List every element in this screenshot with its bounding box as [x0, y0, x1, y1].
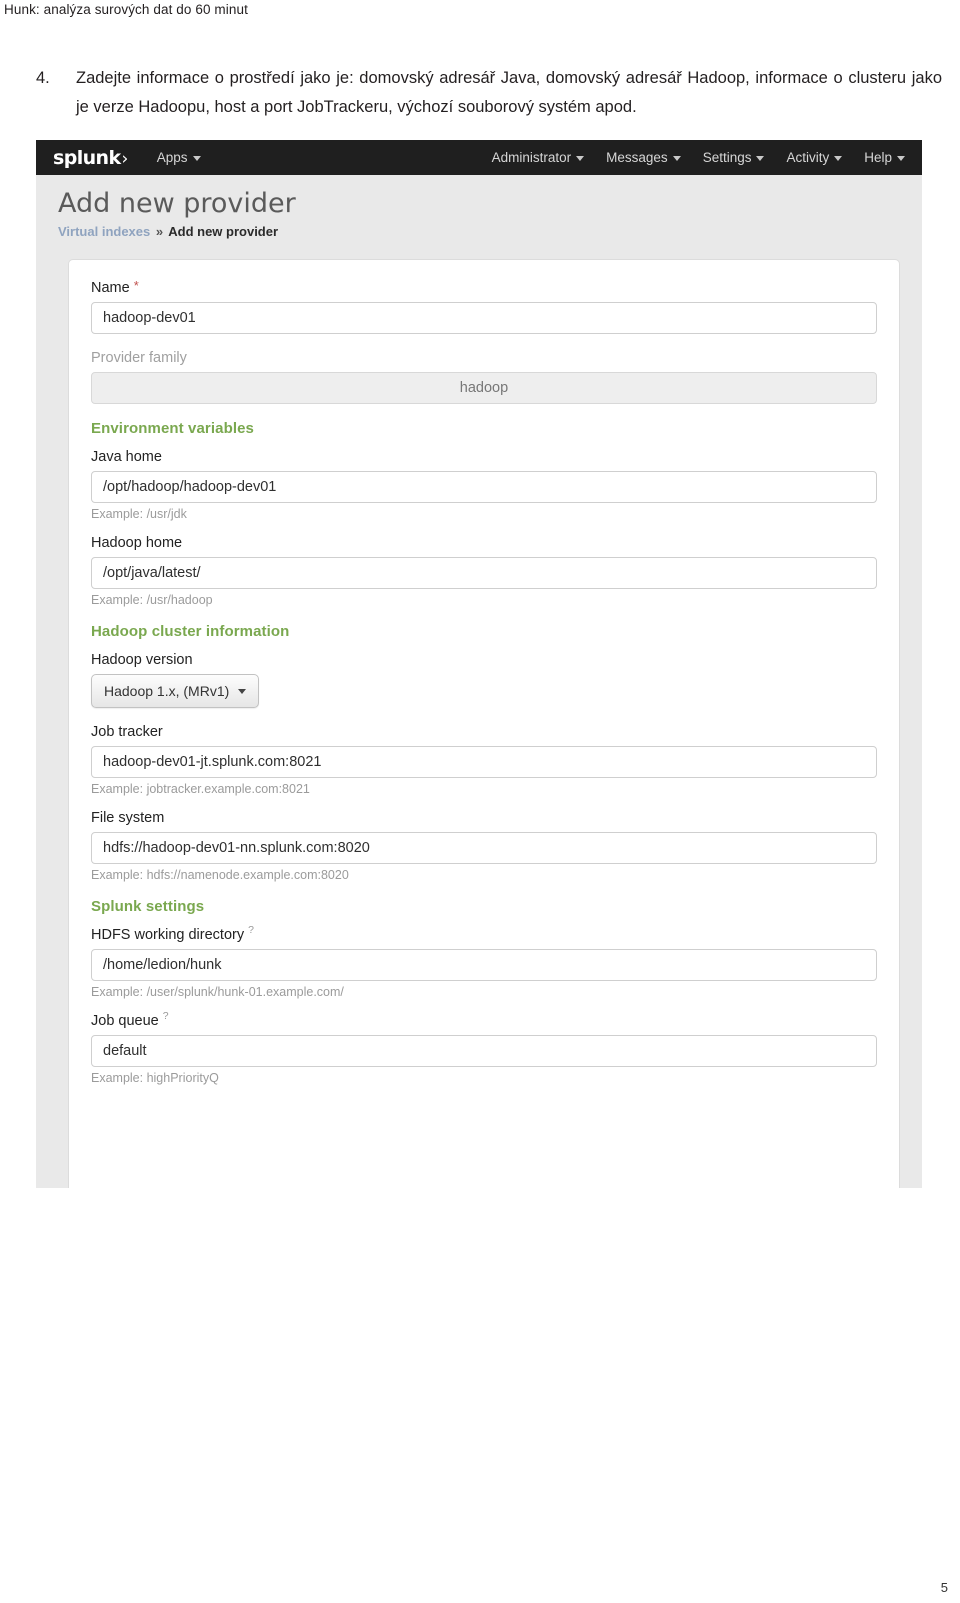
help-question-icon[interactable]: ?: [248, 924, 254, 936]
job-tracker-input[interactable]: hadoop-dev01-jt.splunk.com:8021: [91, 746, 877, 778]
field-hadoop-home: Hadoop home /opt/java/latest/ Example: /…: [91, 535, 877, 607]
field-hdfs-working-directory-label-text: HDFS working directory: [91, 927, 245, 943]
nav-item-apps-label: Apps: [156, 150, 188, 165]
job-queue-input[interactable]: default: [91, 1035, 877, 1067]
field-hadoop-version-label: Hadoop version: [91, 652, 877, 668]
field-hadoop-home-label-text: Hadoop home: [91, 535, 183, 551]
list-item-number: 4.: [36, 69, 50, 87]
hadoop-version-dropdown[interactable]: Hadoop 1.x, (MRv1): [91, 674, 260, 708]
field-job-tracker-label-text: Job tracker: [91, 724, 163, 740]
field-name: Name * hadoop-dev01: [91, 278, 877, 334]
section-header-splunk-settings: Splunk settings: [91, 898, 205, 915]
nav-item-settings[interactable]: Settings: [692, 140, 776, 175]
hadoop-version-selected-value: Hadoop 1.x, (MRv1): [104, 683, 230, 699]
field-file-system-label: File system: [91, 810, 877, 826]
chevron-down-icon: [672, 156, 681, 161]
splunk-navbar: splunk › Apps Administrator Messages Set…: [36, 140, 922, 175]
nav-item-apps[interactable]: Apps: [146, 140, 212, 175]
nav-item-messages-label: Messages: [606, 150, 668, 165]
name-input[interactable]: hadoop-dev01: [91, 302, 877, 334]
page-header: Add new provider Virtual indexes » Add n…: [36, 175, 922, 249]
file-system-hint: Example: hdfs://namenode.example.com:802…: [91, 868, 349, 882]
provider-family-input: hadoop: [91, 372, 877, 404]
document-running-head: Hunk: analýza surových dat do 60 minut: [4, 2, 248, 17]
breadcrumb-link-virtual-indexes[interactable]: Virtual indexes: [58, 224, 150, 239]
field-job-tracker: Job tracker hadoop-dev01-jt.splunk.com:8…: [91, 724, 877, 796]
chevron-down-icon: [576, 156, 585, 161]
chevron-down-icon: [756, 156, 765, 161]
field-name-label: Name *: [91, 278, 877, 296]
job-queue-hint: Example: highPriorityQ: [91, 1071, 219, 1085]
java-home-hint: Example: /usr/jdk: [91, 507, 187, 521]
nav-item-administrator[interactable]: Administrator: [481, 140, 596, 175]
hadoop-home-hint: Example: /usr/hadoop: [91, 593, 213, 607]
field-job-queue-label: Job queue ?: [91, 1010, 877, 1029]
nav-item-activity[interactable]: Activity: [775, 140, 853, 175]
field-hadoop-version: Hadoop version Hadoop 1.x, (MRv1): [91, 652, 877, 708]
nav-item-help-label: Help: [864, 150, 892, 165]
splunk-logo-text: splunk: [53, 146, 121, 169]
navbar-left-group: Apps: [146, 140, 212, 175]
chevron-down-icon: [192, 156, 201, 161]
job-tracker-hint: Example: jobtracker.example.com:8021: [91, 782, 310, 796]
field-file-system: File system hdfs://hadoop-dev01-nn.splun…: [91, 810, 877, 882]
nav-item-administrator-label: Administrator: [491, 150, 572, 165]
chevron-down-icon: [834, 156, 843, 161]
splunk-logo[interactable]: splunk ›: [53, 147, 128, 169]
chevron-down-icon: [897, 156, 905, 161]
splunk-logo-chevron-icon: ›: [121, 148, 129, 169]
breadcrumb: Virtual indexes » Add new provider: [58, 224, 922, 239]
list-item: 4. Zadejte informace o prostředí jako je…: [36, 64, 942, 122]
nav-item-help[interactable]: Help: [853, 140, 916, 175]
page-number: 5: [940, 1580, 948, 1595]
field-provider-family-label: Provider family: [91, 350, 187, 366]
hadoop-home-input[interactable]: /opt/java/latest/: [91, 557, 877, 589]
field-java-home: Java home /opt/hadoop/hadoop-dev01 Examp…: [91, 449, 877, 521]
embedded-screenshot: splunk › Apps Administrator Messages Set…: [36, 140, 922, 1188]
nav-item-settings-label: Settings: [702, 150, 752, 165]
field-file-system-label-text: File system: [91, 810, 165, 826]
field-job-queue: Job queue ? default Example: highPriorit…: [91, 1010, 877, 1085]
chevron-down-icon: [238, 688, 247, 694]
java-home-input[interactable]: /opt/hadoop/hadoop-dev01: [91, 471, 877, 503]
field-java-home-label: Java home: [91, 449, 877, 465]
add-provider-form: Name * hadoop-dev01 Provider family hado…: [68, 259, 900, 1188]
instruction-list: 4. Zadejte informace o prostředí jako je…: [36, 64, 942, 122]
field-job-queue-label-text: Job queue: [91, 1013, 159, 1029]
required-marker-icon: *: [133, 278, 139, 293]
breadcrumb-separator: »: [155, 224, 164, 239]
field-hdfs-working-directory: HDFS working directory ? /home/ledion/hu…: [91, 924, 877, 999]
nav-item-activity-label: Activity: [786, 150, 830, 165]
page-title: Add new provider: [58, 188, 296, 219]
field-java-home-label-text: Java home: [91, 449, 162, 465]
page-canvas: Name * hadoop-dev01 Provider family hado…: [36, 249, 922, 1188]
nav-item-messages[interactable]: Messages: [595, 140, 692, 175]
section-header-hadoop-cluster-information: Hadoop cluster information: [91, 623, 290, 640]
field-job-tracker-label: Job tracker: [91, 724, 877, 740]
help-question-icon[interactable]: ?: [163, 1010, 169, 1022]
hdfs-working-directory-input[interactable]: /home/ledion/hunk: [91, 949, 877, 981]
section-header-environment-variables: Environment variables: [91, 420, 254, 437]
file-system-input[interactable]: hdfs://hadoop-dev01-nn.splunk.com:8020: [91, 832, 877, 864]
field-hadoop-version-label-text: Hadoop version: [91, 652, 193, 668]
hdfs-working-directory-hint: Example: /user/splunk/hunk-01.example.co…: [91, 985, 344, 999]
list-item-text: Zadejte informace o prostředí jako je: d…: [76, 69, 942, 116]
field-name-label-text: Name: [91, 280, 130, 296]
field-hadoop-home-label: Hadoop home: [91, 535, 877, 551]
field-hdfs-working-directory-label: HDFS working directory ?: [91, 924, 877, 943]
navbar-right-group: Administrator Messages Settings Activity…: [481, 140, 916, 175]
breadcrumb-current: Add new provider: [168, 224, 279, 239]
field-provider-family: Provider family hadoop: [91, 350, 877, 404]
